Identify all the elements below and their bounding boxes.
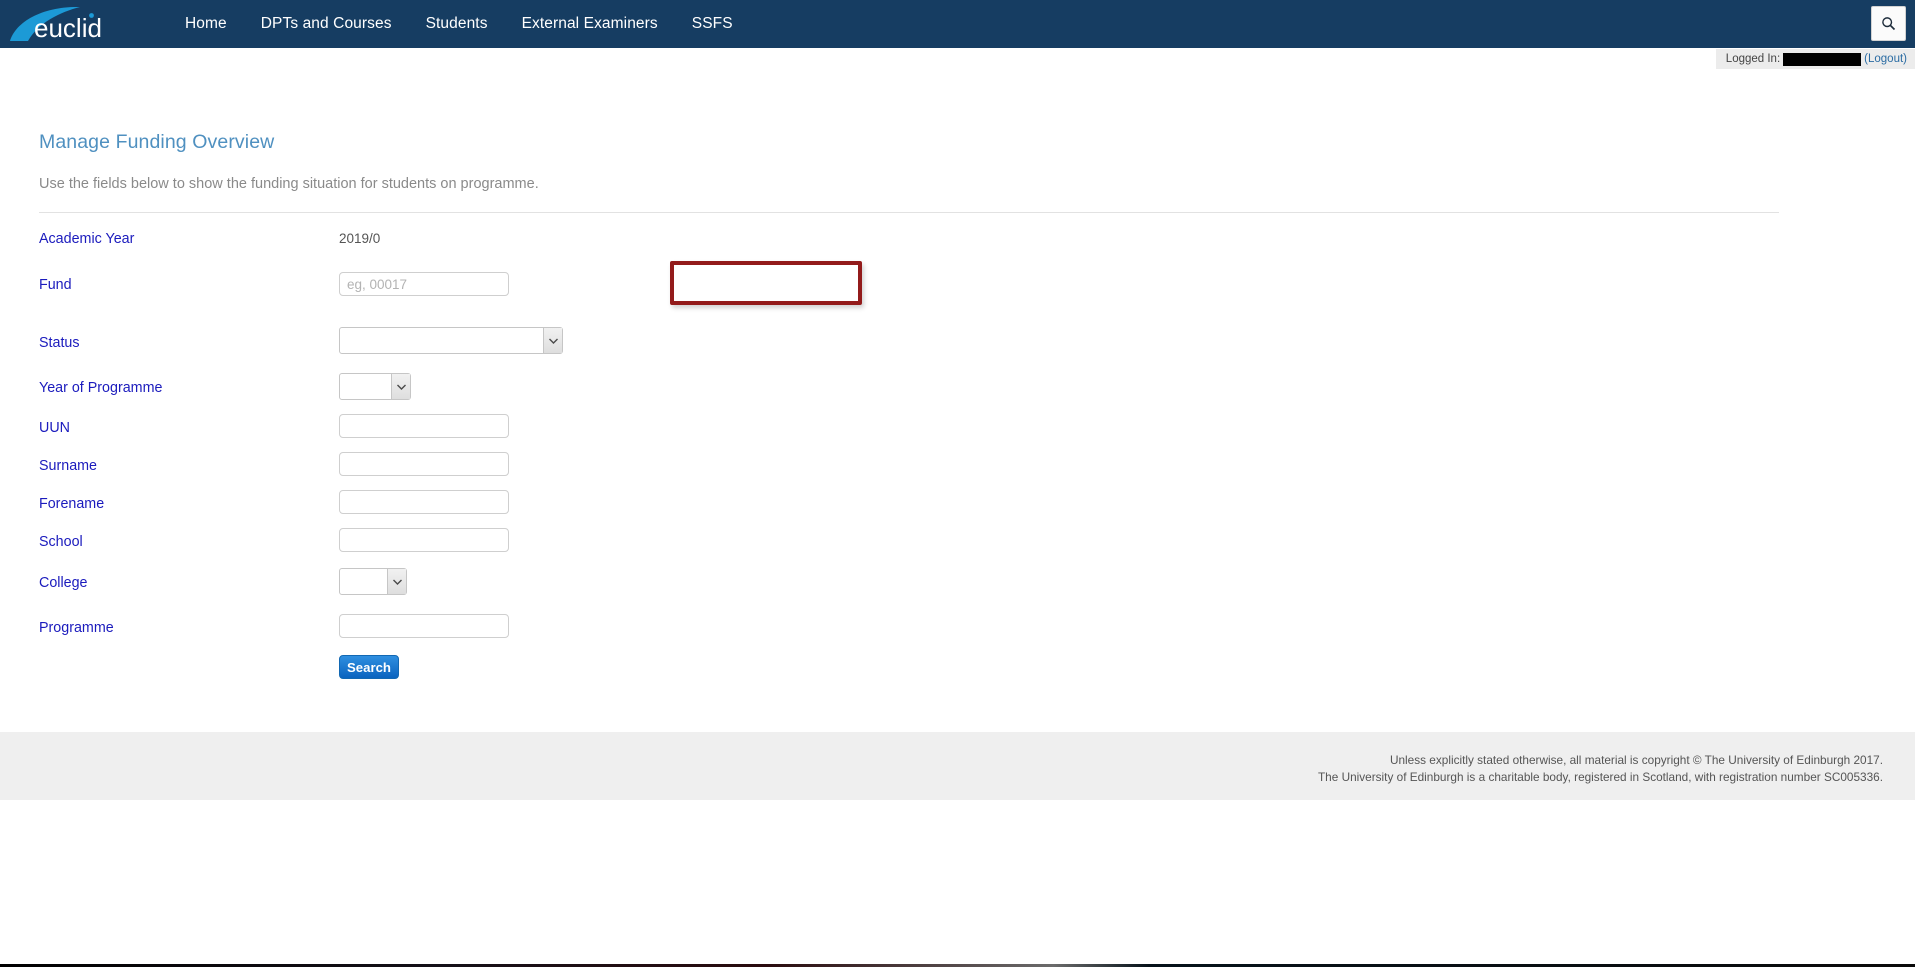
euclid-swoosh-logo-icon: euclid [8,1,126,47]
logged-in-label: Logged In: [1726,53,1780,65]
label-uun: UUN [39,418,70,438]
page-description: Use the fields below to show the funding… [39,176,539,192]
label-forename: Forename [39,494,104,514]
form-row-forename: Forename [0,489,1915,527]
form-row-fund: Fund [0,267,1915,319]
form-row-surname: Surname [0,451,1915,489]
fund-field-highlight [670,261,862,305]
form-row-status: Status [0,319,1915,366]
label-academic-year: Academic Year [39,229,134,249]
form-row-school: School [0,527,1915,565]
username-redacted [1783,53,1861,66]
label-college: College [39,573,87,593]
search-submit-button[interactable]: Search [339,655,399,679]
page-footer: Unless explicitly stated otherwise, all … [0,732,1915,800]
session-bar: Logged In: (Logout) [1716,49,1915,69]
nav-external-examiners[interactable]: External Examiners [505,0,675,48]
college-select[interactable] [339,568,407,595]
nav-dpts-and-courses[interactable]: DPTs and Courses [244,0,409,48]
copyright-line-2: The University of Edinburgh is a charita… [1318,769,1883,786]
chevron-down-icon [391,374,410,399]
page-title: Manage Funding Overview [39,131,274,154]
surname-input[interactable] [339,452,509,476]
fund-input[interactable] [339,272,509,296]
label-school: School [39,532,83,552]
form-row-college: College [0,565,1915,613]
programme-input[interactable] [339,614,509,638]
logout-link[interactable]: (Logout) [1864,53,1907,65]
label-surname: Surname [39,456,97,476]
chevron-down-icon [387,569,406,594]
form-row-year-of-programme: Year of Programme [0,366,1915,413]
copyright-line-1: Unless explicitly stated otherwise, all … [1318,752,1883,769]
status-select-value [340,328,562,353]
forename-input[interactable] [339,490,509,514]
form-row-academic-year: Academic Year 2019/0 [0,229,1915,267]
top-navigation-bar: euclid Home DPTs and Courses Students Ex… [0,0,1915,48]
uun-input[interactable] [339,414,509,438]
nav-students[interactable]: Students [409,0,505,48]
label-programme: Programme [39,618,114,638]
funding-search-form: Academic Year 2019/0 Fund Status [0,229,1915,695]
copyright-text: Unless explicitly stated otherwise, all … [1318,752,1883,786]
form-row-programme: Programme [0,613,1915,655]
school-input[interactable] [339,528,509,552]
year-of-programme-select[interactable] [339,373,411,400]
euclid-logo[interactable]: euclid [8,1,126,47]
nav-ssfs[interactable]: SSFS [675,0,750,48]
content-divider [39,212,1779,213]
search-icon [1881,16,1896,31]
value-academic-year: 2019/0 [339,229,380,249]
nav-home[interactable]: Home [168,0,244,48]
form-row-uun: UUN [0,413,1915,451]
label-status: Status [39,333,80,353]
label-year-of-programme: Year of Programme [39,378,162,398]
status-select[interactable] [339,327,563,354]
form-row-submit: Search [0,655,1915,695]
label-fund: Fund [39,275,72,295]
global-search-button[interactable] [1871,6,1906,41]
chevron-down-icon [543,328,562,353]
nav-links: Home DPTs and Courses Students External … [168,0,750,48]
